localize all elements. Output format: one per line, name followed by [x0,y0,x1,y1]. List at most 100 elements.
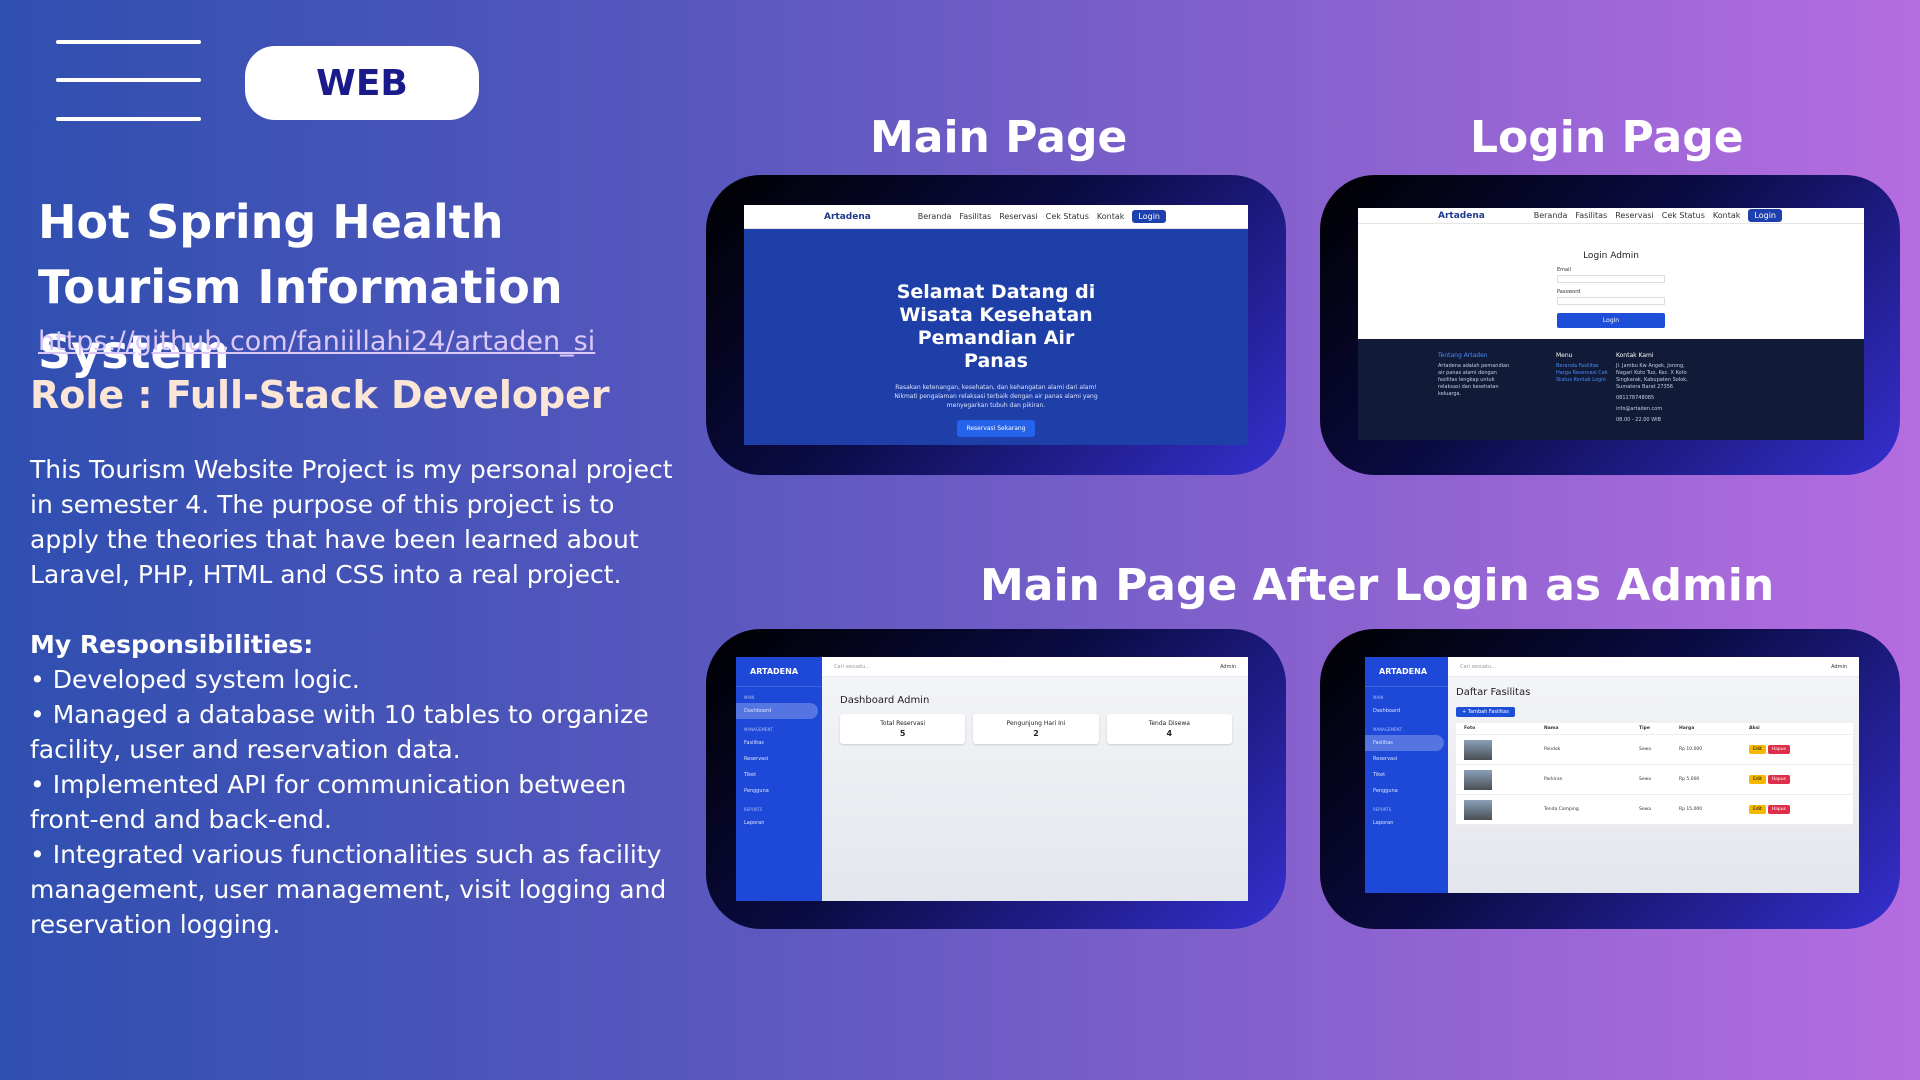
site-footer: Tentang Artaden Artadena adalah pemandia… [1358,339,1864,440]
main-page-heading: Main Page [870,112,1128,163]
sidebar-item-reservations[interactable]: Reservasi [736,751,822,767]
delete-button[interactable]: Hapus [1767,775,1790,784]
admin-brand[interactable]: ARTADENA [1365,657,1448,687]
table-header: Foto Nama Tipe Harga Aksi [1456,723,1853,735]
table-row: Parkiran Sewa Rp 5.000 Edit Hapus [1456,765,1853,795]
footer-address: Jl. Jambu Kw Angek, Jorong, Nagari Koto … [1616,363,1688,390]
menu-icon[interactable] [56,40,201,122]
footer-menu-link[interactable]: Beranda Fasilitas [1556,363,1612,370]
footer-contact-title: Kontak Kami [1616,352,1654,359]
nav-fasilitas[interactable]: Fasilitas [1575,211,1607,220]
facilities-table: Foto Nama Tipe Harga Aksi Pondok Sewa Rp… [1456,723,1853,825]
delete-button[interactable]: Hapus [1767,745,1790,754]
role-label: Role : Full-Stack Developer [30,373,610,417]
column-header: Harga [1679,726,1695,731]
sidebar-item-reports[interactable]: Laporan [736,815,822,831]
hero-title: Selamat Datang di Wisata Kesehatan Peman… [896,281,1096,372]
sidebar-section-reports: REPORTS [744,807,763,812]
responsibility-item: • Implemented API for communication betw… [30,770,627,834]
column-header: Tipe [1639,726,1650,731]
stat-card: Tenda Disewa 4 [1106,714,1232,744]
hero-text: Rasakan ketenangan, kesehatan, dan kehan… [894,384,1098,409]
facility-photo [1464,739,1492,760]
nav-reservasi[interactable]: Reservasi [1615,211,1654,220]
nav-fasilitas[interactable]: Fasilitas [959,212,991,221]
user-menu[interactable]: Admin [1220,664,1236,670]
facility-photo [1464,799,1492,820]
user-menu[interactable]: Admin [1831,664,1847,670]
facility-price: Rp 15.000 [1679,807,1703,812]
admin-sidebar: ARTADENA MAIN Dashboard MANAGEMENT Fasil… [736,657,822,901]
facility-name: Pondok [1544,747,1561,752]
nav-kontak[interactable]: Kontak [1097,212,1124,221]
footer-menu-link[interactable]: Status Kontak Login [1556,377,1612,384]
sidebar-item-users[interactable]: Pengguna [1365,783,1448,799]
site-logo[interactable]: Artadena [824,212,871,222]
nav-login-button[interactable]: Login [1748,209,1782,222]
nav-cek-status[interactable]: Cek Status [1046,212,1089,221]
password-label: Password [1557,289,1581,295]
project-description: This Tourism Website Project is my perso… [30,455,673,589]
nav-login-button[interactable]: Login [1132,210,1166,223]
delete-button[interactable]: Hapus [1767,805,1790,814]
github-link[interactable]: https://github.com/faniillahi24/artaden_… [38,326,595,357]
footer-menu-link[interactable]: Harga Reservasi Cek [1556,370,1612,377]
dashboard-title: Dashboard Admin [840,695,930,706]
nav-kontak[interactable]: Kontak [1713,211,1740,220]
facility-name: Tenda Camping [1544,807,1579,812]
table-row: Pondok Sewa Rp 10.000 Edit Hapus [1456,735,1853,765]
stat-value: 4 [1166,729,1173,738]
edit-button[interactable]: Edit [1749,745,1766,754]
sidebar-item-facilities[interactable]: Fasilitas [736,735,822,751]
login-button[interactable]: Login [1557,313,1665,328]
stat-value: 2 [1033,729,1039,738]
nav-cek-status[interactable]: Cek Status [1662,211,1705,220]
search-input[interactable]: Cari sesuatu... [834,664,870,670]
column-header: Aksi [1749,726,1760,731]
add-facility-button[interactable]: + Tambah Fasilitas [1456,707,1515,717]
responsibility-item: • Integrated various functionalities suc… [30,840,667,939]
sidebar-item-dashboard[interactable]: Dashboard [1365,703,1448,719]
facility-type: Sewa [1639,747,1652,752]
sidebar-section-management: MANAGEMENT [744,727,773,732]
email-label: Email [1557,267,1571,273]
sidebar-item-dashboard[interactable]: Dashboard [736,703,818,719]
login-page-heading: Login Page [1470,112,1744,163]
nav-reservasi[interactable]: Reservasi [999,212,1038,221]
sidebar-item-reservations[interactable]: Reservasi [1365,751,1448,767]
sidebar-item-users[interactable]: Pengguna [736,783,822,799]
site-navbar: Artadena Beranda Fasilitas Reservasi Cek… [1358,208,1864,224]
nav-beranda[interactable]: Beranda [1534,211,1568,220]
site-logo[interactable]: Artadena [1438,211,1485,221]
admin-page-heading: Main Page After Login as Admin [980,560,1775,611]
admin-topbar: Cari sesuatu... Admin [1448,657,1859,677]
sidebar-section-management: MANAGEMENT [1373,727,1402,732]
stat-label: Total Reservasi [880,720,926,727]
login-title: Login Admin [1583,251,1639,261]
admin-topbar: Cari sesuatu... Admin [822,657,1248,677]
reserve-button[interactable]: Reservasi Sekarang [957,420,1035,437]
sidebar-item-tickets[interactable]: Tiket [1365,767,1448,783]
stat-card: Total Reservasi 5 [840,714,966,744]
facilities-title: Daftar Fasilitas [1456,687,1531,698]
login-form: Login Admin Email Password Login [1358,224,1864,339]
admin-brand[interactable]: ARTADENA [736,657,822,687]
edit-button[interactable]: Edit [1749,805,1766,814]
password-field[interactable] [1557,297,1665,305]
sidebar-item-tickets[interactable]: Tiket [736,767,822,783]
edit-button[interactable]: Edit [1749,775,1766,784]
email-field[interactable] [1557,275,1665,283]
footer-menu-title: Menu [1556,352,1573,359]
sidebar-section-main: MAIN [744,695,755,700]
sidebar-item-reports[interactable]: Laporan [1365,815,1448,831]
footer-about-title: Tentang Artaden [1438,352,1488,359]
search-input[interactable]: Cari sesuatu... [1460,664,1496,670]
stat-value: 5 [899,729,906,738]
main-page-frame: Artadena Beranda Fasilitas Reservasi Cek… [706,175,1286,475]
hero-section: Selamat Datang di Wisata Kesehatan Peman… [744,229,1248,445]
column-header: Foto [1464,726,1476,731]
login-page-screenshot: Artadena Beranda Fasilitas Reservasi Cek… [1358,208,1864,440]
nav-beranda[interactable]: Beranda [918,212,952,221]
sidebar-item-facilities[interactable]: Fasilitas [1365,735,1444,751]
footer-hours: 08.00 - 22.00 WIB [1616,417,1662,423]
